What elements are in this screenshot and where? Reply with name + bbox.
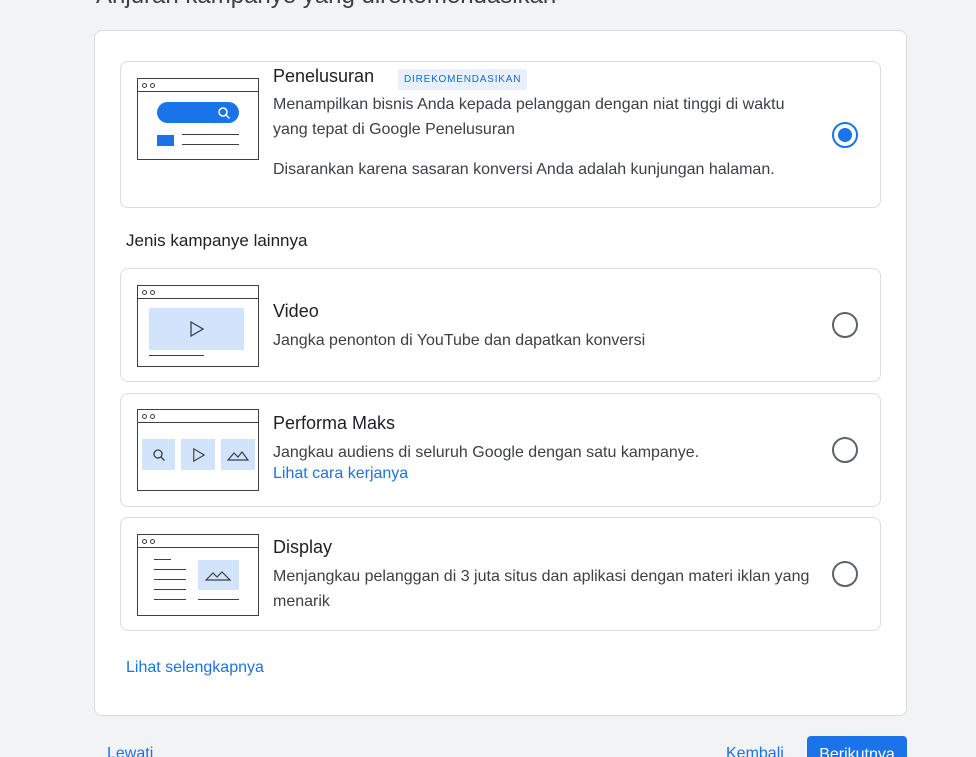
play-icon (193, 448, 206, 462)
recommendation-reason: Disarankan karena sasaran konversi Anda … (273, 161, 775, 178)
video-radio[interactable] (832, 312, 858, 338)
next-button[interactable]: Berikutnya (807, 736, 907, 757)
search-icon (153, 449, 165, 461)
how-it-works-link[interactable]: Lihat cara kerjanya (273, 465, 408, 483)
play-icon (190, 321, 205, 337)
search-radio[interactable] (832, 122, 858, 148)
back-link[interactable]: Kembali (726, 745, 784, 757)
image-icon (227, 451, 249, 461)
image-icon (205, 571, 231, 581)
skip-link[interactable]: Lewati (107, 745, 153, 757)
other-campaign-types-heading: Jenis kampanye lainnya (126, 231, 308, 250)
search-thumbnail (137, 78, 259, 160)
option-video[interactable]: Video Jangka penonton di YouTube dan dap… (120, 268, 881, 382)
see-more-link[interactable]: Lihat selengkapnya (126, 659, 264, 677)
option-description: Jangka penonton di YouTube dan dapatkan … (273, 332, 646, 349)
search-bar-illustration (157, 102, 239, 123)
video-thumbnail (137, 285, 259, 367)
option-description: Menjangkau pelanggan di 3 juta situs dan… (273, 568, 810, 610)
search-icon (218, 107, 231, 120)
option-title: Video (273, 301, 319, 321)
option-search[interactable]: Penelusuran DIREKOMENDASIKAN Menampilkan… (120, 61, 881, 208)
campaign-type-card: Penelusuran DIREKOMENDASIKAN Menampilkan… (94, 30, 907, 716)
option-display[interactable]: Display Menjangkau pelanggan di 3 juta s… (120, 517, 881, 631)
display-thumbnail (137, 534, 259, 616)
option-title: Display (273, 537, 333, 557)
recommended-badge: DIREKOMENDASIKAN (398, 69, 528, 90)
performance-max-thumbnail (137, 409, 259, 491)
option-description: Jangkau audiens di seluruh Google dengan… (273, 444, 700, 461)
performance-max-radio[interactable] (832, 437, 858, 463)
option-title: Penelusuran (273, 66, 375, 86)
display-radio[interactable] (832, 561, 858, 587)
page-title: Anjuran kampanye yang direkomendasikan (96, 0, 556, 10)
option-performance-max[interactable]: Performa Maks Jangkau audiens di seluruh… (120, 393, 881, 507)
option-title: Performa Maks (273, 413, 396, 433)
option-description: Menampilkan bisnis Anda kepada pelanggan… (273, 96, 785, 138)
